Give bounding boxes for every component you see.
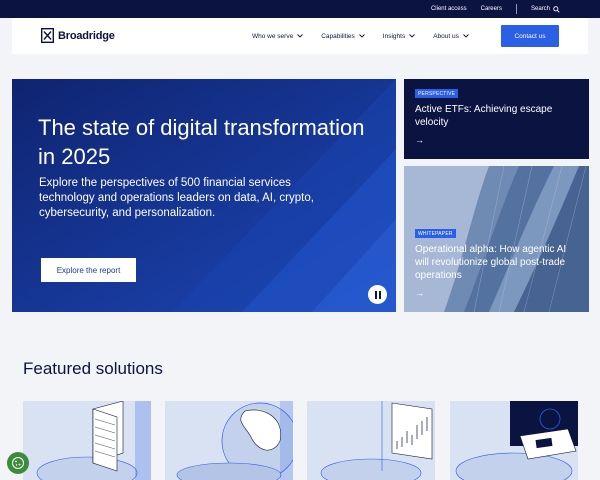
card-badge: WHITEPAPER <box>415 229 456 238</box>
broadridge-logo-icon <box>41 28 54 43</box>
pause-icon-bar <box>378 290 381 299</box>
main-header: Broadridge Who we serve Capabilities Ins… <box>12 18 588 54</box>
broadridge-logo[interactable]: Broadridge <box>41 28 115 43</box>
utility-bar: Client access Careers Search <box>0 0 600 18</box>
card-title: Operational alpha: How agentic AI will r… <box>415 244 567 281</box>
nav-about-us[interactable]: About us <box>433 33 469 40</box>
hero-title: The state of digital transformation in 2… <box>38 115 365 169</box>
nav-label: Insights <box>382 32 406 40</box>
solution-tile-1[interactable] <box>23 401 151 480</box>
chevron-down-icon <box>463 34 469 38</box>
building-facade-image <box>404 166 589 312</box>
chevron-down-icon <box>409 34 416 38</box>
solution-tile-2[interactable] <box>165 401 293 480</box>
search-label: Search <box>530 6 550 12</box>
solution-tile-4[interactable] <box>450 401 578 480</box>
explore-report-button[interactable]: Explore the report <box>41 258 136 282</box>
search-link[interactable]: Search <box>530 5 560 13</box>
nav-capabilities[interactable]: Capabilities <box>321 33 365 40</box>
hero-description: Explore the perspectives of 500 financia… <box>39 177 314 219</box>
utility-divider <box>515 4 517 14</box>
card-badge: PERSPECTIVE <box>415 89 459 98</box>
nav-label: Capabilities <box>321 32 355 40</box>
careers-link[interactable]: Careers <box>481 6 502 12</box>
hero-banner: The state of digital transformation in 2… <box>12 79 396 312</box>
nav-label: About us <box>433 32 459 40</box>
arrow-right-icon: → <box>415 135 424 145</box>
primary-nav: Who we serve Capabilities Insights About… <box>252 18 469 54</box>
search-icon <box>553 5 560 13</box>
pause-button[interactable] <box>368 285 387 304</box>
featured-solutions-heading: Featured solutions <box>23 359 163 378</box>
utility-links: Client access Careers Search <box>431 0 560 18</box>
contact-us-button[interactable]: Contact us <box>501 25 559 47</box>
insight-card-agentic-ai[interactable]: WHITEPAPER Operational alpha: How agenti… <box>404 166 589 312</box>
solution-tile-3[interactable] <box>307 401 435 480</box>
arrow-right-icon: → <box>415 288 424 298</box>
card-title: Active ETFs: Achieving escape velocity <box>415 104 553 128</box>
chevron-down-icon <box>358 34 365 38</box>
trading-chart-illustration <box>320 401 433 480</box>
chevron-down-icon <box>297 34 304 38</box>
logo-text: Broadridge <box>58 29 115 42</box>
cookie-icon <box>12 457 24 469</box>
nav-who-we-serve[interactable]: Who we serve <box>252 32 304 40</box>
insight-card-etf[interactable]: PERSPECTIVE Active ETFs: Achieving escap… <box>404 79 589 159</box>
pause-icon-bar <box>374 290 377 299</box>
server-stack-illustration <box>36 401 151 480</box>
globe-illustration <box>176 401 293 480</box>
mobile-device-illustration <box>455 401 578 480</box>
client-access-link[interactable]: Client access <box>431 6 467 12</box>
cookie-settings-button[interactable] <box>7 452 29 474</box>
nav-label: Who we serve <box>252 32 294 40</box>
nav-insights[interactable]: Insights <box>382 32 416 40</box>
